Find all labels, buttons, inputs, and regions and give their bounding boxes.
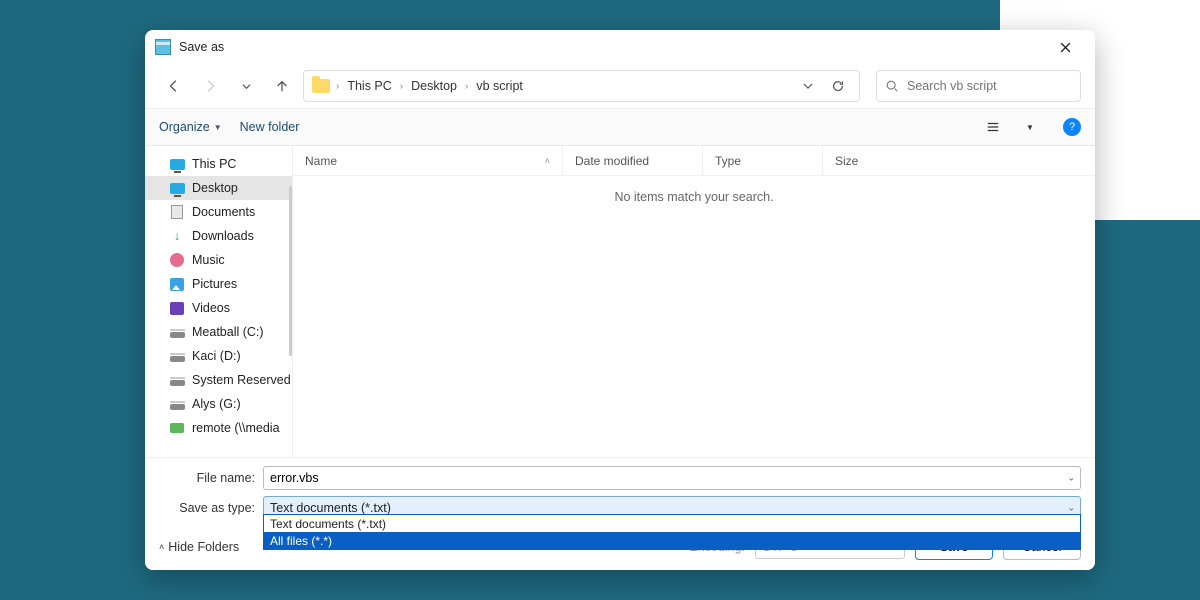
sidebar-scrollbar[interactable] — [289, 186, 292, 356]
sidebar-label: remote (\\media — [192, 421, 280, 435]
caret-down-icon: ▼ — [214, 123, 222, 132]
breadcrumb-sep-icon: › — [336, 81, 339, 92]
refresh-icon — [831, 79, 845, 93]
sidebar-label: Downloads — [192, 229, 254, 243]
organize-label: Organize — [159, 120, 210, 134]
new-folder-label: New folder — [240, 120, 300, 134]
breadcrumb-folder[interactable]: vb script — [472, 77, 527, 95]
sidebar-item-network-drive[interactable]: remote (\\media — [145, 416, 292, 440]
address-dropdown-button[interactable] — [795, 73, 821, 99]
drive-icon — [170, 332, 185, 338]
bottom-panel: File name: ⌄ Save as type: Text document… — [145, 457, 1095, 570]
sidebar-label: Meatball (C:) — [192, 325, 264, 339]
save-type-dropdown: Text documents (*.txt) All files (*.*) — [263, 514, 1081, 550]
download-icon: ↓ — [169, 228, 185, 244]
sidebar-item-downloads[interactable]: ↓ Downloads — [145, 224, 292, 248]
address-bar[interactable]: › This PC › Desktop › vb script — [303, 70, 860, 102]
videos-icon — [170, 302, 184, 315]
save-type-label: Save as type: — [159, 501, 263, 515]
toolbar: Organize ▼ New folder ▼ ? — [145, 108, 1095, 146]
breadcrumb-sep-icon: › — [400, 81, 403, 92]
drive-icon — [170, 404, 185, 410]
sidebar-label: Kaci (D:) — [192, 349, 241, 363]
music-icon — [170, 253, 184, 267]
forward-button[interactable] — [195, 71, 225, 101]
notepad-icon — [155, 39, 171, 55]
document-icon — [171, 205, 183, 219]
sidebar-item-system-reserved[interactable]: System Reserved — [145, 368, 292, 392]
sidebar-item-videos[interactable]: Videos — [145, 296, 292, 320]
save-type-option-txt[interactable]: Text documents (*.txt) — [264, 515, 1080, 532]
desktop-icon — [170, 183, 185, 194]
column-header-type[interactable]: Type — [703, 146, 823, 175]
breadcrumb-desktop[interactable]: Desktop — [407, 77, 461, 95]
sidebar-label: Pictures — [192, 277, 237, 291]
breadcrumb-sep-icon: › — [465, 81, 468, 92]
sidebar-item-desktop[interactable]: Desktop — [145, 176, 292, 200]
search-input[interactable] — [907, 79, 1072, 93]
search-icon — [885, 79, 899, 93]
filename-label: File name: — [159, 471, 263, 485]
chevron-up-icon: ˄ — [159, 542, 164, 552]
folder-icon — [312, 79, 330, 93]
recent-locations-button[interactable] — [231, 71, 261, 101]
hide-folders-label: Hide Folders — [168, 540, 239, 554]
breadcrumb-this-pc[interactable]: This PC — [343, 77, 395, 95]
organize-menu[interactable]: Organize ▼ — [159, 120, 222, 134]
drive-icon — [170, 356, 185, 362]
filename-input[interactable] — [263, 466, 1081, 490]
view-options-button[interactable] — [981, 115, 1005, 139]
column-header-size[interactable]: Size — [823, 146, 903, 175]
up-button[interactable] — [267, 71, 297, 101]
empty-message: No items match your search. — [293, 176, 1095, 457]
sort-indicator-icon: ˄ — [545, 156, 550, 166]
sidebar-label: Music — [192, 253, 225, 267]
dialog-title: Save as — [179, 40, 224, 54]
hide-folders-button[interactable]: ˄ Hide Folders — [159, 540, 239, 554]
save-type-value: Text documents (*.txt) — [270, 501, 391, 515]
sidebar-item-documents[interactable]: Documents — [145, 200, 292, 224]
sidebar-item-drive-c[interactable]: Meatball (C:) — [145, 320, 292, 344]
arrow-up-icon — [275, 79, 289, 93]
column-headers: Name˄ Date modified Type Size — [293, 146, 1095, 176]
sidebar-item-this-pc[interactable]: This PC — [145, 152, 292, 176]
save-as-dialog: Save as › This PC › Desktop › vb script — [145, 30, 1095, 570]
sidebar-item-drive-g[interactable]: Alys (G:) — [145, 392, 292, 416]
new-folder-button[interactable]: New folder — [240, 120, 300, 134]
sidebar-label: Documents — [192, 205, 255, 219]
pictures-icon — [170, 278, 184, 291]
close-button[interactable] — [1045, 33, 1085, 61]
column-header-name[interactable]: Name˄ — [293, 146, 563, 175]
file-list-pane: Name˄ Date modified Type Size No items m… — [293, 146, 1095, 457]
sidebar-label: System Reserved — [192, 373, 291, 387]
arrow-left-icon — [167, 79, 181, 93]
network-drive-icon — [170, 423, 184, 433]
sidebar-label: Desktop — [192, 181, 238, 195]
view-dropdown-button[interactable]: ▼ — [1023, 115, 1037, 139]
monitor-icon — [170, 159, 185, 170]
list-view-icon — [986, 120, 1000, 134]
chevron-down-icon — [242, 82, 251, 91]
caret-down-icon: ▼ — [1026, 123, 1034, 132]
titlebar: Save as — [145, 30, 1095, 64]
help-button[interactable]: ? — [1063, 118, 1081, 136]
save-type-option-all[interactable]: All files (*.*) — [264, 532, 1080, 549]
back-button[interactable] — [159, 71, 189, 101]
sidebar-label: Videos — [192, 301, 230, 315]
sidebar-item-drive-d[interactable]: Kaci (D:) — [145, 344, 292, 368]
navigation-bar: › This PC › Desktop › vb script — [145, 64, 1095, 108]
chevron-down-icon — [803, 81, 813, 91]
search-box[interactable] — [876, 70, 1081, 102]
sidebar-item-pictures[interactable]: Pictures — [145, 272, 292, 296]
sidebar-label: This PC — [192, 157, 236, 171]
sidebar-label: Alys (G:) — [192, 397, 241, 411]
drive-icon — [170, 380, 185, 386]
column-header-date[interactable]: Date modified — [563, 146, 703, 175]
sidebar-item-music[interactable]: Music — [145, 248, 292, 272]
refresh-button[interactable] — [825, 73, 851, 99]
navigation-pane: This PC Desktop Documents ↓ Downloads Mus… — [145, 146, 293, 457]
arrow-right-icon — [203, 79, 217, 93]
close-icon — [1060, 42, 1071, 53]
